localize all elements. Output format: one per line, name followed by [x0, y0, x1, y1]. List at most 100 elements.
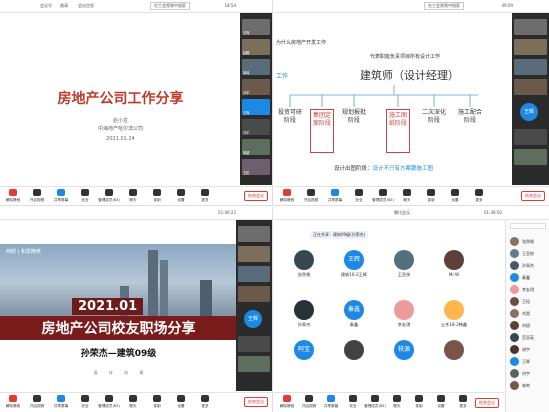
member-list-panel[interactable]: 张然格 王亚侠 孙翠杰 秦鑫 李友琪 王拓 刘昊 刘斌 范亚茹 胡宇 王辉 刘宇…	[505, 220, 549, 412]
record-button[interactable]: 录制	[146, 395, 168, 409]
more-button[interactable]: 更多	[194, 189, 216, 203]
members-button[interactable]: 管理成员(63)	[98, 189, 120, 203]
video-thumb[interactable]	[514, 79, 547, 95]
share-button[interactable]: 共享屏幕	[320, 395, 342, 409]
avatar[interactable]	[444, 300, 464, 320]
end-meeting-button[interactable]: 结束会议	[475, 398, 499, 408]
member-row[interactable]: 胡宇	[510, 344, 545, 355]
end-meeting-button[interactable]: 结束会议	[521, 191, 545, 201]
avatar[interactable]	[294, 250, 314, 270]
member-row[interactable]: 张然格	[510, 236, 545, 247]
avatar-badge[interactable]: 王辉	[244, 310, 262, 328]
quadrant-top-right: 在工会视频中搜索 49:09 为什么房地产开发工作 工作 代表职能负责项目所有设…	[274, 0, 549, 206]
security-button[interactable]: 安全	[348, 189, 370, 203]
video-thumb[interactable]	[514, 39, 547, 55]
video-button[interactable]: 开启视频	[300, 189, 322, 203]
member-row[interactable]: 刘斌	[510, 320, 545, 331]
member-row[interactable]: 刘宇	[510, 368, 545, 379]
video-sidebar[interactable]: 王辉	[236, 220, 272, 391]
chat-button[interactable]: 聊天	[386, 395, 408, 409]
video-button[interactable]: 开启视频	[26, 189, 48, 203]
member-search-input[interactable]	[510, 223, 546, 229]
video-thumb[interactable]: 王拓	[242, 159, 270, 175]
settings-button[interactable]: 设置	[170, 189, 192, 203]
topbar-item[interactable]: 会议号	[40, 3, 52, 9]
end-meeting-button[interactable]: 结束会议	[244, 191, 268, 201]
video-thumb[interactable]: 胡帅	[242, 59, 270, 75]
end-meeting-button[interactable]: 结束会议	[244, 397, 268, 407]
video-button[interactable]: 开启视频	[26, 395, 48, 409]
video-thumb[interactable]	[238, 286, 270, 302]
gear-icon	[177, 189, 185, 196]
more-button[interactable]: 更多	[452, 395, 474, 409]
chat-button[interactable]: 聊天	[396, 189, 418, 203]
video-thumb[interactable]: 赵鹏	[242, 39, 270, 55]
video-thumb[interactable]	[514, 59, 547, 75]
member-row[interactable]: 王拓	[510, 296, 545, 307]
avatar[interactable]: 阿宝	[294, 340, 314, 360]
record-button[interactable]: 录制	[420, 189, 442, 203]
video-thumb[interactable]	[238, 246, 270, 262]
video-thumb[interactable]	[514, 19, 547, 35]
member-row[interactable]: 秦鑫	[510, 272, 545, 283]
video-thumb[interactable]: 孙宇	[242, 79, 270, 95]
settings-button[interactable]: 设置	[430, 395, 452, 409]
member-row[interactable]: 刘昊	[510, 308, 545, 319]
settings-button[interactable]: 设置	[444, 189, 466, 203]
avatar[interactable]	[344, 340, 364, 360]
avatar[interactable]	[444, 340, 464, 360]
topbar-item[interactable]: 邀请	[60, 3, 68, 9]
video-thumb[interactable]	[514, 129, 547, 145]
more-button[interactable]: 更多	[194, 395, 216, 409]
video-thumb[interactable]	[238, 226, 270, 242]
member-row[interactable]: 王亚侠	[510, 248, 545, 259]
members-button[interactable]: 管理成员(63)	[98, 395, 120, 409]
settings-button[interactable]: 设置	[170, 395, 192, 409]
share-button[interactable]: 共享屏幕	[50, 189, 72, 203]
video-thumb[interactable]	[238, 266, 270, 282]
member-row[interactable]: 范亚茹	[510, 332, 545, 343]
video-button[interactable]: 开启视频	[298, 395, 320, 409]
members-button[interactable]: 管理成员(63)	[372, 189, 394, 203]
video-thumb[interactable]	[238, 356, 270, 372]
members-button[interactable]: 管理成员(65)	[364, 395, 386, 409]
security-button[interactable]: 安全	[74, 189, 96, 203]
record-button[interactable]: 录制	[146, 189, 168, 203]
search-button[interactable]: 在工会视频中搜索	[150, 2, 190, 10]
security-button[interactable]: 安全	[74, 395, 96, 409]
member-row[interactable]: 孙翠杰	[510, 260, 545, 271]
chat-button[interactable]: 聊天	[122, 395, 144, 409]
search-button[interactable]: 在工会视频中搜索	[424, 2, 464, 10]
mute-button[interactable]: 解除静音	[276, 395, 298, 409]
video-thumb[interactable]: 王辉	[242, 99, 270, 115]
share-button[interactable]: 共享屏幕	[324, 189, 346, 203]
video-thumb[interactable]	[514, 149, 547, 165]
member-row[interactable]: 李友琪	[510, 284, 545, 295]
video-sidebar[interactable]: 王辉	[512, 13, 549, 185]
more-button[interactable]: 更多	[468, 189, 490, 203]
member-row[interactable]: 林帅	[510, 380, 545, 391]
video-thumb[interactable]	[238, 336, 270, 352]
avatar[interactable]	[394, 250, 414, 270]
avatar[interactable]: 王辉	[344, 250, 364, 270]
video-sidebar[interactable]: 王辉 赵鹏 胡帅 孙宇 王辉 刘宇 徐超 王拓	[240, 13, 272, 185]
member-row[interactable]: 王辉	[510, 356, 545, 367]
avatar[interactable]: 秦鑫	[344, 300, 364, 320]
mute-button[interactable]: 解除静音	[2, 189, 24, 203]
avatar[interactable]	[394, 300, 414, 320]
video-thumb[interactable]: 徐超	[242, 139, 270, 155]
record-button[interactable]: 录制	[408, 395, 430, 409]
shared-slide: 房地产公司工作分享 赵小龙 中海地产哈尔滨公司 2021.01.24	[0, 13, 241, 185]
share-button[interactable]: 共享屏幕	[50, 395, 72, 409]
mute-button[interactable]: 解除静音	[2, 395, 24, 409]
avatar[interactable]: 轶源	[394, 340, 414, 360]
mute-button[interactable]: 解除静音	[276, 189, 298, 203]
video-thumb[interactable]: 王辉	[242, 19, 270, 35]
security-button[interactable]: 安全	[342, 395, 364, 409]
video-thumb[interactable]: 刘宇	[242, 119, 270, 135]
avatar-badge[interactable]: 王辉	[520, 103, 538, 121]
chat-button[interactable]: 聊天	[122, 189, 144, 203]
avatar[interactable]	[444, 250, 464, 270]
avatar[interactable]	[294, 300, 314, 320]
topbar-item[interactable]: 会议信息	[78, 3, 94, 9]
